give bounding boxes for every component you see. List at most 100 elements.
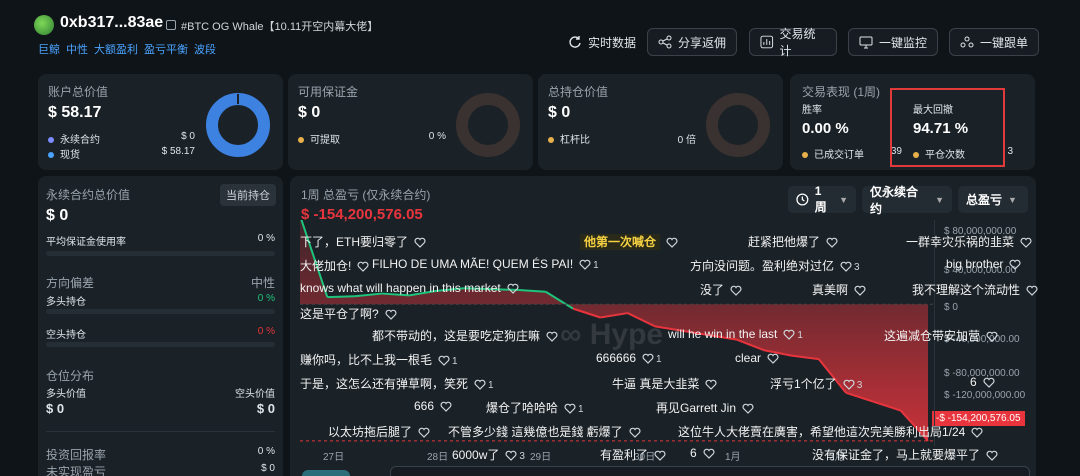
heart-icon[interactable] bbox=[742, 403, 754, 415]
copy-trade-button[interactable]: 一键跟单 bbox=[949, 28, 1039, 56]
heart-icon[interactable] bbox=[666, 237, 678, 249]
y-tick-label: $ 0 bbox=[944, 302, 958, 313]
danmaku-comment[interactable]: 于是，这怎么还有弹草啊，笑死 1 bbox=[300, 375, 494, 392]
share-rebate-button[interactable]: 分享返佣 bbox=[647, 28, 737, 56]
heart-icon[interactable] bbox=[357, 261, 369, 273]
danmaku-comment[interactable]: 再见Garrett Jin bbox=[656, 399, 754, 416]
heart-icon[interactable] bbox=[1026, 285, 1038, 297]
danmaku-comment[interactable]: 下了，ETH要归零了 bbox=[300, 233, 426, 250]
like-count: 1 bbox=[578, 404, 584, 415]
current-position-button[interactable]: 当前持仓 bbox=[220, 184, 276, 206]
danmaku-comment[interactable]: 没了 bbox=[700, 281, 742, 298]
monitor-button[interactable]: 一键监控 bbox=[848, 28, 938, 56]
heart-icon[interactable] bbox=[474, 379, 486, 391]
heart-icon[interactable] bbox=[418, 427, 430, 439]
copy-icon[interactable] bbox=[166, 20, 176, 30]
danmaku-text: 我不理解这个流动性 bbox=[912, 283, 1021, 297]
danmaku-text: clear bbox=[735, 351, 762, 365]
danmaku-comment[interactable]: big brother bbox=[946, 257, 1021, 271]
heart-icon[interactable] bbox=[703, 448, 715, 460]
like-count: 1 bbox=[797, 330, 803, 341]
heart-icon[interactable] bbox=[505, 450, 517, 462]
heart-icon[interactable] bbox=[438, 355, 450, 367]
danmaku-comment[interactable]: 我不理解这个流动性 bbox=[912, 281, 1038, 298]
account-donut bbox=[206, 93, 270, 157]
heart-icon[interactable] bbox=[440, 401, 452, 413]
period-dropdown[interactable]: 1周 ▼ bbox=[788, 184, 856, 214]
danmaku-comment[interactable]: will he win in the last 1 bbox=[668, 327, 803, 341]
danmaku-comment[interactable]: 他第一次喊仓 bbox=[580, 233, 678, 250]
danmaku-comment[interactable]: 6000w了 3 bbox=[452, 446, 525, 463]
heart-icon[interactable] bbox=[730, 285, 742, 297]
danmaku-comment[interactable]: 牛逼 真是大韭菜 bbox=[612, 375, 717, 392]
heart-icon[interactable] bbox=[983, 377, 995, 389]
like-count: 3 bbox=[856, 380, 863, 391]
danmaku-comment[interactable]: 浮亏1个亿了 3 bbox=[770, 375, 862, 392]
danmaku-comment[interactable]: 6 bbox=[970, 375, 995, 389]
heart-icon[interactable] bbox=[986, 331, 998, 343]
danmaku-comment[interactable]: 有盈利了 bbox=[600, 446, 666, 463]
heart-icon[interactable] bbox=[385, 309, 397, 321]
danmaku-comment[interactable]: 大佬加仓! bbox=[300, 257, 369, 274]
realtime-data-button[interactable]: 实时数据 bbox=[558, 28, 646, 56]
performance-label: 交易表现 (1周) bbox=[802, 85, 881, 99]
heart-icon[interactable] bbox=[579, 259, 591, 271]
danmaku-comment[interactable]: 赶紧把他爆了 bbox=[748, 233, 838, 250]
danmaku-comment[interactable]: clear bbox=[735, 351, 779, 365]
comment-toggle[interactable] bbox=[302, 470, 350, 476]
danmaku-text: 没有保证金了，马上就要爆平了 bbox=[812, 448, 981, 462]
heart-icon[interactable] bbox=[414, 237, 426, 249]
danmaku-text: 再见Garrett Jin bbox=[656, 401, 737, 415]
heart-icon[interactable] bbox=[840, 261, 852, 273]
heart-icon[interactable] bbox=[654, 450, 666, 462]
danmaku-comment[interactable]: 不管多少錢 這幾億也是錢 虧爆了 bbox=[448, 423, 641, 440]
comment-input-bar[interactable] bbox=[390, 466, 1030, 476]
heart-icon[interactable] bbox=[843, 379, 855, 391]
short-row: 空头持仓 0 % bbox=[46, 326, 275, 341]
heart-icon[interactable] bbox=[546, 331, 558, 343]
heart-icon[interactable] bbox=[854, 285, 866, 297]
heart-icon[interactable] bbox=[705, 379, 717, 391]
close-count-value: 3 bbox=[1007, 146, 1013, 157]
performance-card: 交易表现 (1周) 胜率 0.00 % 已成交订单 39 最大回撤 94.71 %… bbox=[790, 74, 1035, 170]
heart-icon[interactable] bbox=[1009, 259, 1021, 271]
danmaku-comment[interactable]: 方向没问题。盈利绝对过亿 3 bbox=[690, 257, 860, 274]
heart-icon[interactable] bbox=[629, 427, 641, 439]
tag-breakeven: 盈亏平衡 bbox=[144, 44, 188, 56]
danmaku-comment[interactable]: FILHO DE UMA MÃE! QUEM ÉS PAI! 1 bbox=[372, 257, 599, 271]
heart-icon[interactable] bbox=[1020, 237, 1032, 249]
leverage-row: 杠杆比 0 倍 bbox=[548, 131, 696, 146]
heart-icon[interactable] bbox=[564, 403, 576, 415]
danmaku-comment[interactable]: knows what will happen in this market bbox=[300, 281, 519, 295]
danmaku-comment[interactable]: 以太坊拖后腿了 bbox=[328, 423, 430, 440]
distribution-label: 仓位分布 bbox=[46, 369, 95, 383]
heart-icon[interactable] bbox=[642, 353, 654, 365]
scope-dropdown[interactable]: 仅永续合约 ▼ bbox=[862, 185, 952, 216]
tag-whale: 巨鲸 bbox=[38, 44, 60, 56]
danmaku-comment[interactable]: 没有保证金了，马上就要爆平了 bbox=[812, 446, 998, 463]
danmaku-comment[interactable]: 一群幸灾乐祸的韭菜 bbox=[906, 233, 1032, 250]
danmaku-comment[interactable]: 这位牛人大佬賣在廣害，希望他這次完美勝利出局1/24 bbox=[678, 423, 983, 440]
heart-icon[interactable] bbox=[826, 237, 838, 249]
danmaku-comment[interactable]: 这遍减仓带安加营 bbox=[884, 327, 998, 344]
long-bar bbox=[46, 309, 275, 314]
heart-icon[interactable] bbox=[507, 283, 519, 295]
danmaku-comment[interactable]: 赚你吗，比不上我一根毛 1 bbox=[300, 351, 458, 368]
danmaku-comment[interactable]: 666 bbox=[414, 399, 452, 413]
danmaku-comment[interactable]: 6 bbox=[690, 446, 715, 460]
account-value-label: 账户总价值 bbox=[48, 85, 109, 99]
trade-stats-button[interactable]: 交易统计 bbox=[749, 27, 837, 58]
danmaku-text: 牛逼 真是大韭菜 bbox=[612, 377, 700, 391]
heart-icon[interactable] bbox=[783, 329, 795, 341]
heart-icon[interactable] bbox=[767, 353, 779, 365]
danmaku-comment[interactable]: 爆仓了哈哈哈 1 bbox=[486, 399, 584, 416]
heart-icon[interactable] bbox=[986, 450, 998, 462]
heart-icon[interactable] bbox=[971, 427, 983, 439]
danmaku-comment[interactable]: 真美啊 bbox=[812, 281, 866, 298]
danmaku-comment[interactable]: 666666 1 bbox=[596, 351, 662, 365]
danmaku-text: 大佬加仓! bbox=[300, 259, 352, 273]
danmaku-comment[interactable]: 这是平仓了啊? bbox=[300, 305, 397, 322]
perp-label: 永续合约 bbox=[60, 135, 100, 146]
danmaku-comment[interactable]: 都不带动的，这是要吃定狗庄嘛 bbox=[372, 327, 558, 344]
metric-dropdown[interactable]: 总盈亏 ▼ bbox=[958, 186, 1028, 213]
